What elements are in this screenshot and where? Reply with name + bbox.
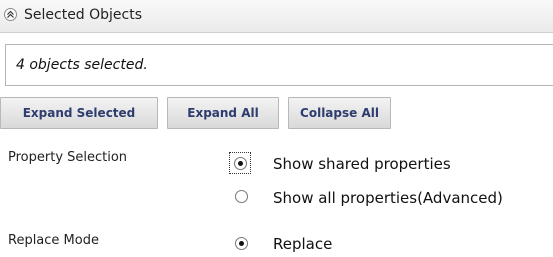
replace-mode-label: Replace Mode	[8, 233, 99, 248]
replace-label[interactable]: Replace	[273, 235, 332, 253]
collapse-all-button[interactable]: Collapse All	[288, 97, 391, 129]
panel-header: Selected Objects	[0, 0, 553, 33]
radio-checked-icon	[234, 157, 247, 170]
selection-status-text: 4 objects selected.	[16, 57, 148, 73]
show-shared-properties-radio[interactable]	[229, 152, 251, 174]
show-shared-properties-label[interactable]: Show shared properties	[273, 155, 451, 173]
panel-title: Selected Objects	[24, 7, 143, 23]
show-all-properties-label[interactable]: Show all properties(Advanced)	[273, 189, 503, 207]
selection-status-box: 4 objects selected.	[5, 44, 553, 86]
show-all-properties-radio[interactable]	[231, 186, 253, 208]
property-selection-label: Property Selection	[8, 150, 128, 165]
radio-checked-icon	[235, 237, 248, 250]
expand-selected-button[interactable]: Expand Selected	[0, 97, 158, 129]
expand-all-button[interactable]: Expand All	[167, 97, 279, 129]
collapse-panel-icon[interactable]	[4, 8, 17, 21]
replace-radio[interactable]	[231, 233, 253, 255]
radio-unchecked-icon	[235, 190, 248, 203]
